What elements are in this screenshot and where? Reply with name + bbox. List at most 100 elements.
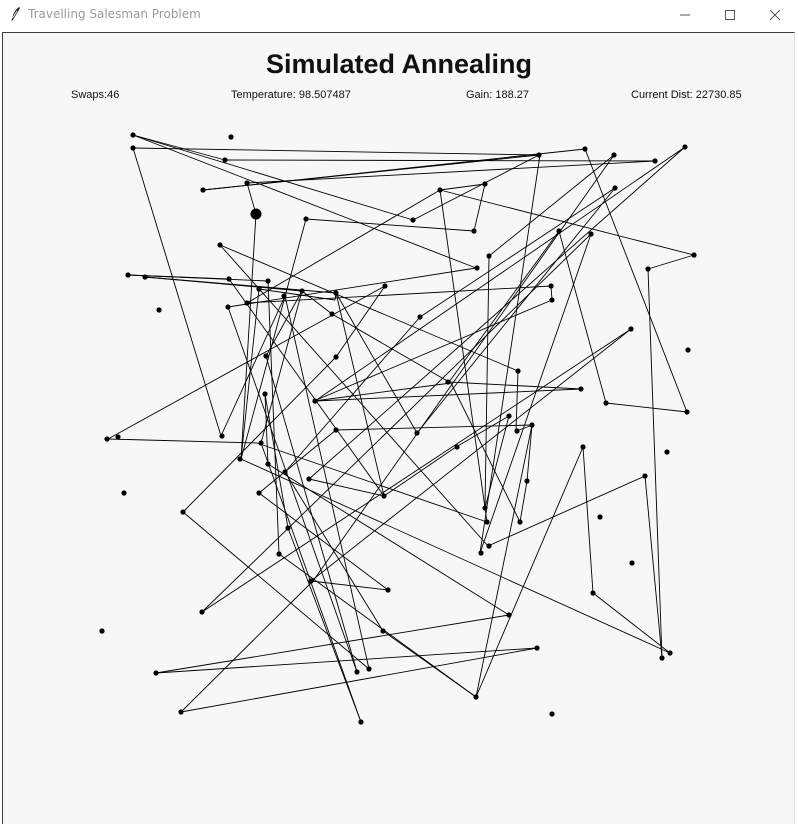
city-point [303,216,309,222]
tour-edge [484,255,490,509]
city-point [642,473,648,479]
city-point [603,400,609,406]
tour-edge [484,415,510,509]
city-point [484,519,490,525]
city-point [228,134,234,140]
city-point [308,578,314,584]
tour-edge [305,218,475,232]
swaps-label: Swaps:46 [71,89,120,101]
city-point [142,274,148,280]
city-point [312,398,318,404]
page-title: Simulated Annealing [265,49,533,79]
tour-edge [308,478,385,497]
city-point [333,290,339,296]
city-point [664,449,670,455]
tour-edge [582,446,594,594]
city-point [354,669,360,675]
city-point [380,628,386,634]
city-point [200,187,206,193]
city-point [299,288,305,294]
city-point [612,185,618,191]
city-point [685,347,691,353]
tour-edge [439,189,488,523]
city-point [582,146,588,152]
city-point [506,612,512,618]
tour-edge [246,285,552,304]
city-point [667,650,673,656]
city-point [514,428,520,434]
start-city-point [250,208,262,220]
tour-edge [335,292,418,434]
city-point [556,228,562,234]
city-point [536,152,542,158]
city-point [153,670,159,676]
city-point [265,278,271,284]
city-point [244,180,250,186]
city-point [385,587,391,593]
city-point [414,430,420,436]
city-point [629,560,635,566]
city-point [517,519,523,525]
city-point [222,157,228,163]
city-point [333,427,339,433]
city-point [104,436,110,442]
city-point [225,304,231,310]
city-point [262,391,268,397]
city-point [445,379,451,385]
tour-plot [99,132,697,725]
city-point [381,493,387,499]
city-point [549,297,555,303]
city-point [285,525,291,531]
tour-edge [155,614,510,674]
city-point [306,476,312,482]
tour-edge [605,402,688,413]
tour-edge [132,134,477,269]
city-point [281,293,287,299]
tour-edge [475,424,533,698]
tour-edge [287,527,362,723]
city-point [265,461,271,467]
tour-edge [180,580,314,713]
tour-edge [475,446,584,698]
city-point [659,655,665,661]
tour-edge [382,630,477,698]
tour-edge [439,189,695,256]
tour-edge [335,292,385,497]
tour-edge [224,159,656,162]
city-point [482,505,488,511]
tour-edge [182,356,337,513]
city-point [333,354,339,360]
city-point [237,456,243,462]
city-point [258,440,264,446]
city-point [263,353,269,359]
city-point [115,434,121,440]
city-point [382,283,388,289]
city-point [590,590,596,596]
tour-edge [227,306,358,673]
city-point [580,444,586,450]
city-point [684,409,690,415]
current-distance-label: Current Dist: 22730.85 [631,89,742,101]
city-point [645,266,651,272]
city-point [282,469,288,475]
city-point [524,478,530,484]
city-point [217,242,223,248]
city-point [578,386,584,392]
tour-edge [246,189,441,304]
tour-edge [519,480,528,523]
city-point [358,719,364,725]
tour-edge [448,381,582,390]
city-point [329,311,335,317]
city-point [130,132,136,138]
tour-edge [584,148,688,413]
tour-edge [644,475,663,659]
city-point [471,228,477,234]
city-point [549,711,555,717]
tour-edge [107,438,258,444]
city-point [130,145,136,151]
tour-edge [331,313,450,383]
city-point [199,609,205,615]
tour-edge [132,134,414,221]
tour-edge [473,183,486,232]
city-point [682,144,688,150]
